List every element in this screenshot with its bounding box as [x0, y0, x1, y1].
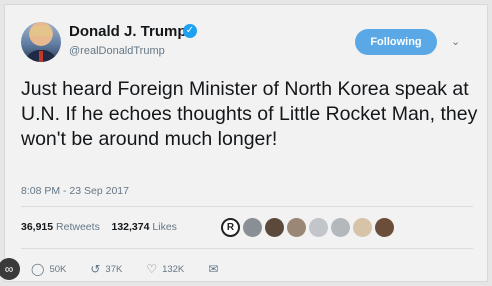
liker-avatar[interactable] [243, 218, 262, 237]
chevron-down-icon[interactable]: ⌄ [451, 35, 460, 48]
liker-avatar[interactable] [375, 218, 394, 237]
engagement-stats: 36,915 Retweets 132,374 Likes [21, 221, 177, 233]
divider [21, 206, 473, 207]
reply-count: 50K [49, 263, 67, 275]
like-action[interactable]: ♡ 132K [146, 262, 184, 276]
liker-avatar[interactable] [265, 218, 284, 237]
author-name[interactable]: Donald J. Trump [69, 23, 187, 40]
envelope-icon: ✉ [208, 262, 219, 276]
avatar-hair [30, 26, 52, 36]
liker-avatar[interactable] [309, 218, 328, 237]
tweet-timestamp[interactable]: 8:08 PM - 23 Sep 2017 [21, 185, 129, 197]
divider [21, 248, 473, 249]
liker-avatar[interactable]: R [221, 218, 240, 237]
liker-avatar[interactable] [353, 218, 372, 237]
author-handle[interactable]: @realDonaldTrump [69, 45, 165, 57]
likes-label[interactable]: Likes [152, 221, 177, 233]
verified-badge-icon: ✓ [183, 24, 197, 38]
author-avatar[interactable] [21, 22, 61, 62]
retweets-label[interactable]: Retweets [56, 221, 100, 233]
following-button[interactable]: Following [355, 29, 437, 55]
retweet-icon: ↺ [90, 262, 101, 276]
like-count: 132K [162, 263, 185, 275]
liker-avatar[interactable] [331, 218, 350, 237]
avatar-tie [39, 51, 43, 62]
retweet-count: 37K [105, 263, 123, 275]
liker-avatars: R [221, 218, 394, 238]
tweet-text: Just heard Foreign Minister of North Kor… [21, 78, 478, 150]
tweet-actions: ◯ 50K ↺ 37K ♡ 132K ✉ [31, 262, 218, 276]
heart-icon: ♡ [146, 262, 158, 276]
message-action[interactable]: ✉ [208, 262, 218, 276]
reply-icon: ◯ [31, 262, 45, 276]
retweets-count[interactable]: 36,915 [21, 221, 53, 233]
reply-action[interactable]: ◯ 50K [31, 262, 66, 276]
likes-count[interactable]: 132,374 [112, 221, 150, 233]
retweet-action[interactable]: ↺ 37K [90, 262, 122, 276]
tweet-card: Donald J. Trump ✓ @realDonaldTrump Follo… [4, 4, 488, 282]
liker-avatar[interactable] [287, 218, 306, 237]
